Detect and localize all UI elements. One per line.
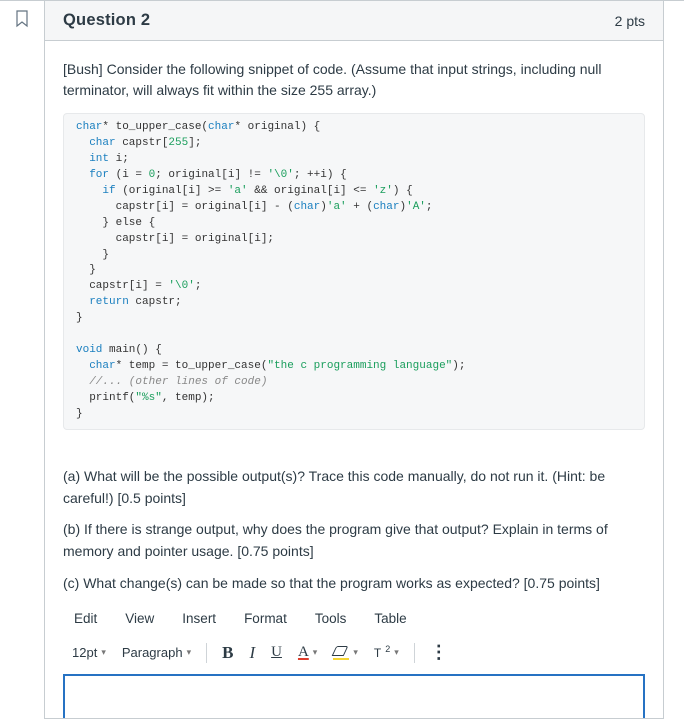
menu-table[interactable]: Table <box>369 608 411 629</box>
block-format-label: Paragraph <box>122 645 183 660</box>
subpart-c: (c) What change(s) can be made so that t… <box>63 573 645 595</box>
code-block: char* to_upper_case(char* original) { ch… <box>63 113 645 430</box>
font-size-label: 12pt <box>72 645 97 660</box>
chevron-down-icon: ▾ <box>187 647 192 658</box>
bold-button[interactable]: B <box>217 640 238 666</box>
chevron-down-icon: ▾ <box>101 647 106 658</box>
superscript-button[interactable]: T2 ▾ <box>369 643 404 663</box>
chevron-down-icon: ▾ <box>394 647 399 658</box>
text-color-button[interactable]: A ▾ <box>293 641 322 664</box>
highlight-button[interactable]: ▾ <box>328 643 363 663</box>
editor-menubar: Edit View Insert Format Tools Table <box>63 604 645 633</box>
highlight-icon <box>333 646 349 660</box>
answer-input[interactable] <box>63 674 645 718</box>
menu-format[interactable]: Format <box>239 608 292 629</box>
subpart-b: (b) If there is strange output, why does… <box>63 519 645 562</box>
question-header: Question 2 2 pts <box>45 1 663 41</box>
underline-button[interactable]: U <box>266 641 287 664</box>
question-card: Question 2 2 pts [Bush] Consider the fol… <box>44 1 664 719</box>
question-prompt: [Bush] Consider the following snippet of… <box>63 59 645 101</box>
text-color-icon: A <box>298 644 309 661</box>
toolbar-separator <box>206 643 207 663</box>
bookmark-icon[interactable] <box>14 16 30 32</box>
question-points: 2 pts <box>615 13 645 29</box>
superscript-icon: T <box>374 646 381 660</box>
chevron-down-icon: ▾ <box>353 647 358 658</box>
menu-insert[interactable]: Insert <box>177 608 221 629</box>
menu-tools[interactable]: Tools <box>310 608 352 629</box>
chevron-down-icon: ▾ <box>313 647 318 658</box>
font-size-select[interactable]: 12pt ▾ <box>67 642 111 663</box>
menu-view[interactable]: View <box>120 608 159 629</box>
editor-toolbar: 12pt ▾ Paragraph ▾ B I U A ▾ <box>63 637 645 674</box>
block-format-select[interactable]: Paragraph ▾ <box>117 642 196 663</box>
rich-text-editor: Edit View Insert Format Tools Table 12pt… <box>63 604 645 718</box>
toolbar-separator <box>414 643 415 663</box>
subpart-a: (a) What will be the possible output(s)?… <box>63 466 645 509</box>
menu-edit[interactable]: Edit <box>69 608 102 629</box>
italic-button[interactable]: I <box>244 640 260 666</box>
more-button[interactable]: ⋮ <box>425 639 454 666</box>
question-title: Question 2 <box>63 11 150 30</box>
